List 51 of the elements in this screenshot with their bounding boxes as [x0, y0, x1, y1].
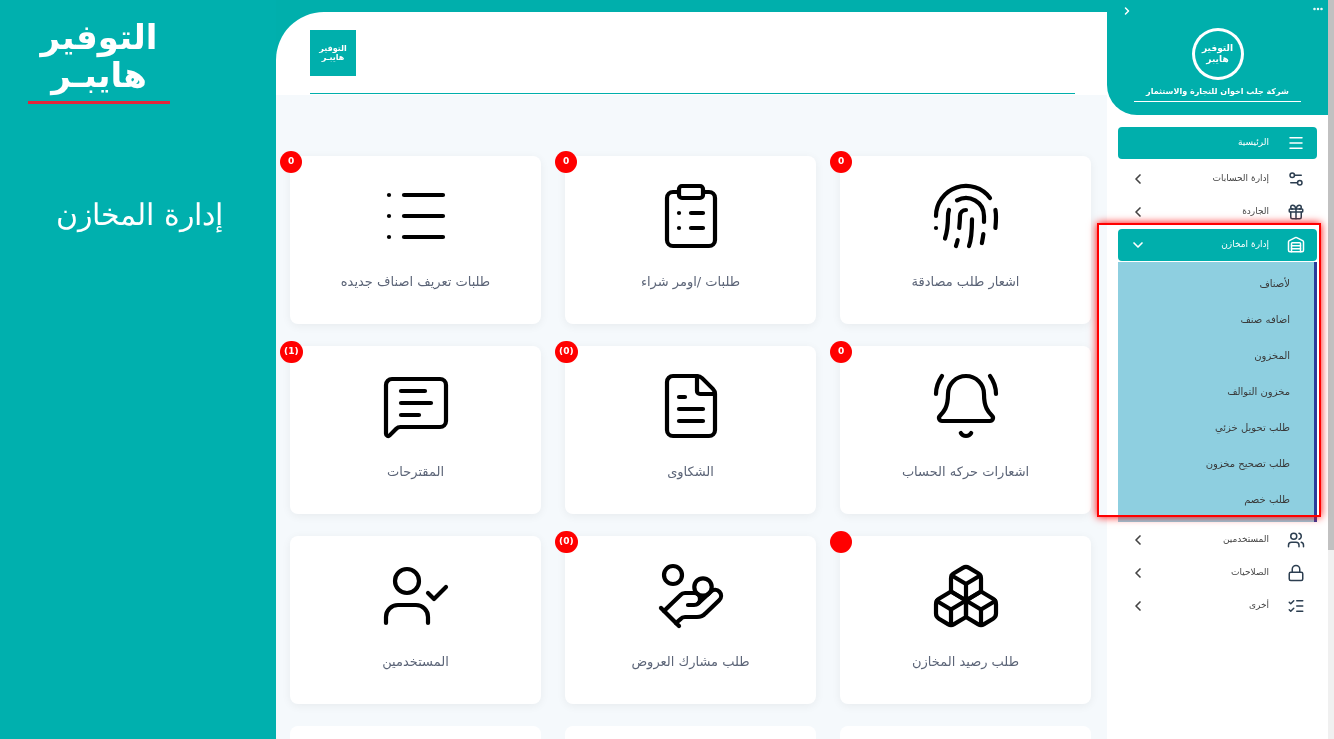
card-label: طلبات /اومر شراء [640, 273, 741, 292]
page-title: إدارة المخازن [56, 196, 223, 235]
count-badge: (0) [555, 531, 578, 553]
count-badge: 0 [830, 341, 852, 363]
lock-icon [1287, 564, 1305, 582]
company-name: شركة جلب اخوان للتجارة والاستثمار [1134, 86, 1301, 102]
logo-text: التوفير [1202, 43, 1233, 54]
logo-text: التوفير [40, 17, 158, 56]
card-label: المستخدمين [382, 653, 449, 672]
scrollbar-thumb[interactable] [1328, 0, 1334, 550]
card-label: اشعار طلب مصادقة [911, 273, 1020, 292]
logo-text: التوفير [319, 44, 347, 53]
users-icon [1287, 531, 1305, 549]
count-badge: 0 [830, 151, 852, 173]
submenu-item[interactable]: طلب تصحيح مخزون [1118, 446, 1290, 482]
nav-label: إدارة الحسابات [1212, 172, 1269, 186]
list-icon [1287, 597, 1305, 615]
nav-item[interactable]: إدارة الحسابات [1118, 163, 1317, 195]
nav-item[interactable]: الجاردة [1118, 196, 1317, 228]
card-label: طلب مشارك العروض [631, 653, 750, 672]
card[interactable]: طلب رصيد المخازن [840, 536, 1091, 704]
nav-item[interactable]: المستخدمين [1118, 524, 1317, 556]
submenu-item[interactable]: مخزون التوالف [1118, 374, 1290, 410]
count-badge: (0) [555, 341, 578, 363]
card-label: طلب رصيد المخازن [912, 653, 1019, 672]
nav-label: الرئيسية [1238, 136, 1269, 150]
logo-text: هايبـر [321, 53, 345, 62]
count-badge: (1) [280, 341, 303, 363]
nav-label: الجاردة [1242, 205, 1269, 219]
nav-label: المستخدمين [1222, 533, 1269, 547]
card[interactable]: المستخدمين [290, 536, 541, 704]
warehouse-icon [1287, 236, 1305, 254]
card-label: اشعارات حركه الحساب [901, 463, 1030, 481]
nav-label: إدارة امخازن [1221, 238, 1269, 252]
count-badge: 0 [280, 151, 302, 173]
submenu-item[interactable]: لأصناف [1118, 266, 1290, 302]
nav-item[interactable]: أخرى [1118, 590, 1317, 622]
gift-icon [1287, 203, 1305, 221]
submenu-item[interactable]: طلب خصم [1118, 482, 1290, 518]
submenu-item[interactable]: اضافه صنف [1118, 302, 1290, 338]
card-label: طلبات تعريف اصناف جديده [340, 273, 491, 291]
nav-item[interactable]: الصلاحيات [1118, 557, 1317, 589]
card-label: المقترحات [387, 463, 444, 481]
submenu-item[interactable]: المخزون [1118, 338, 1290, 374]
card-label: الشكاوى [667, 463, 714, 482]
submenu-item[interactable]: طلب تحويل خزئي [1118, 410, 1290, 446]
count-badge: 0 [555, 151, 577, 173]
menu-icon [1287, 134, 1305, 152]
nav-label: الصلاحيات [1231, 566, 1269, 580]
logo-text: هايبر [1206, 54, 1229, 65]
nav-label: أخرى [1248, 599, 1269, 613]
